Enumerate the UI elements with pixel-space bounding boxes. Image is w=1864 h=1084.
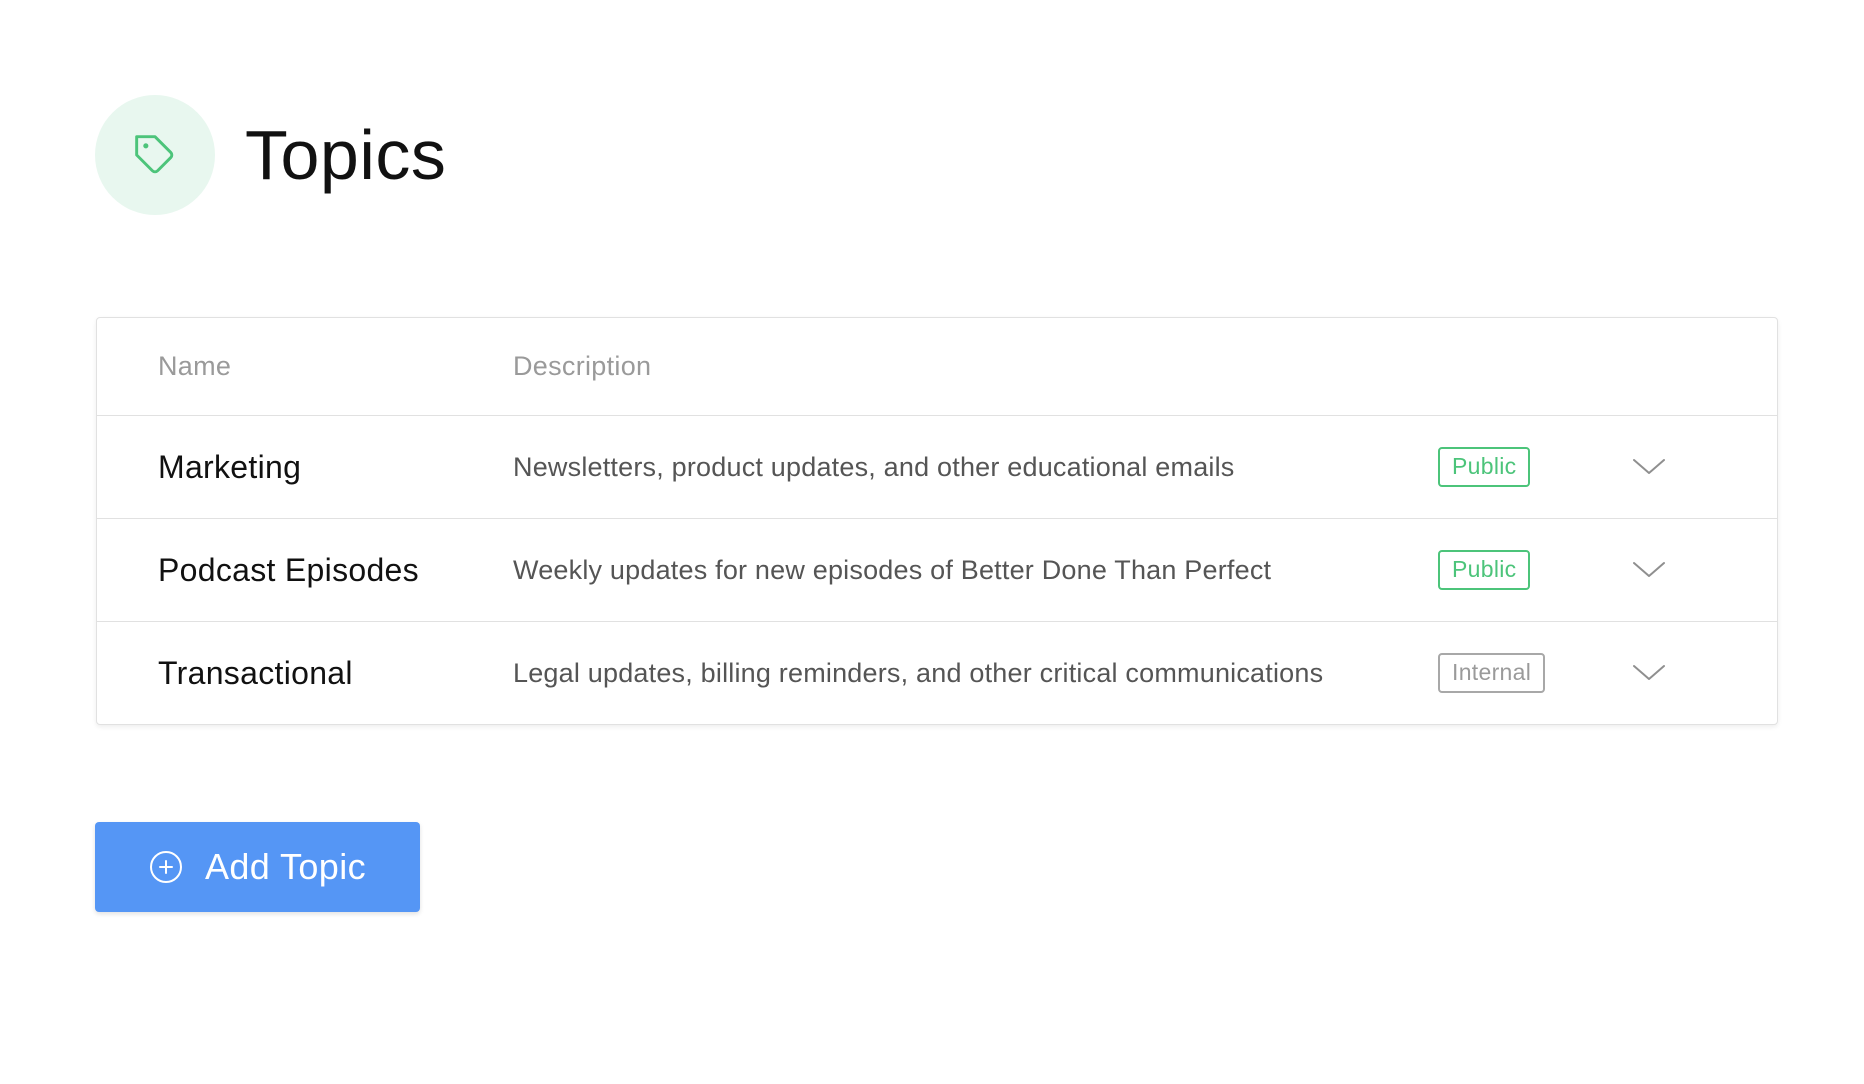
visibility-badge: Public [1438,447,1531,487]
tag-icon [95,95,215,215]
visibility-badge: Internal [1438,653,1546,693]
table-row[interactable]: Marketing Newsletters, product updates, … [97,416,1777,519]
column-header-name: Name [158,351,232,381]
topic-name: Marketing [158,448,302,485]
chevron-down-icon[interactable] [1631,559,1667,581]
table-row[interactable]: Transactional Legal updates, billing rem… [97,622,1777,724]
visibility-badge: Public [1438,550,1531,590]
table-row[interactable]: Podcast Episodes Weekly updates for new … [97,519,1777,622]
topic-description: Legal updates, billing reminders, and ot… [513,657,1324,688]
topic-name: Podcast Episodes [158,551,419,588]
topic-description: Newsletters, product updates, and other … [513,451,1235,482]
topic-name: Transactional [158,654,353,691]
page-header: Topics [95,95,446,215]
table-header: Name Description [97,318,1777,416]
chevron-down-icon[interactable] [1631,456,1667,478]
column-header-description: Description [513,351,652,381]
add-topic-label: Add Topic [204,846,367,887]
plus-circle-icon [149,851,182,883]
topic-description: Weekly updates for new episodes of Bette… [513,554,1272,585]
add-topic-button[interactable]: Add Topic [95,822,420,912]
chevron-down-icon[interactable] [1631,662,1667,684]
page-title: Topics [245,116,447,194]
topics-table: Name Description Marketing Newsletters, … [96,317,1778,725]
